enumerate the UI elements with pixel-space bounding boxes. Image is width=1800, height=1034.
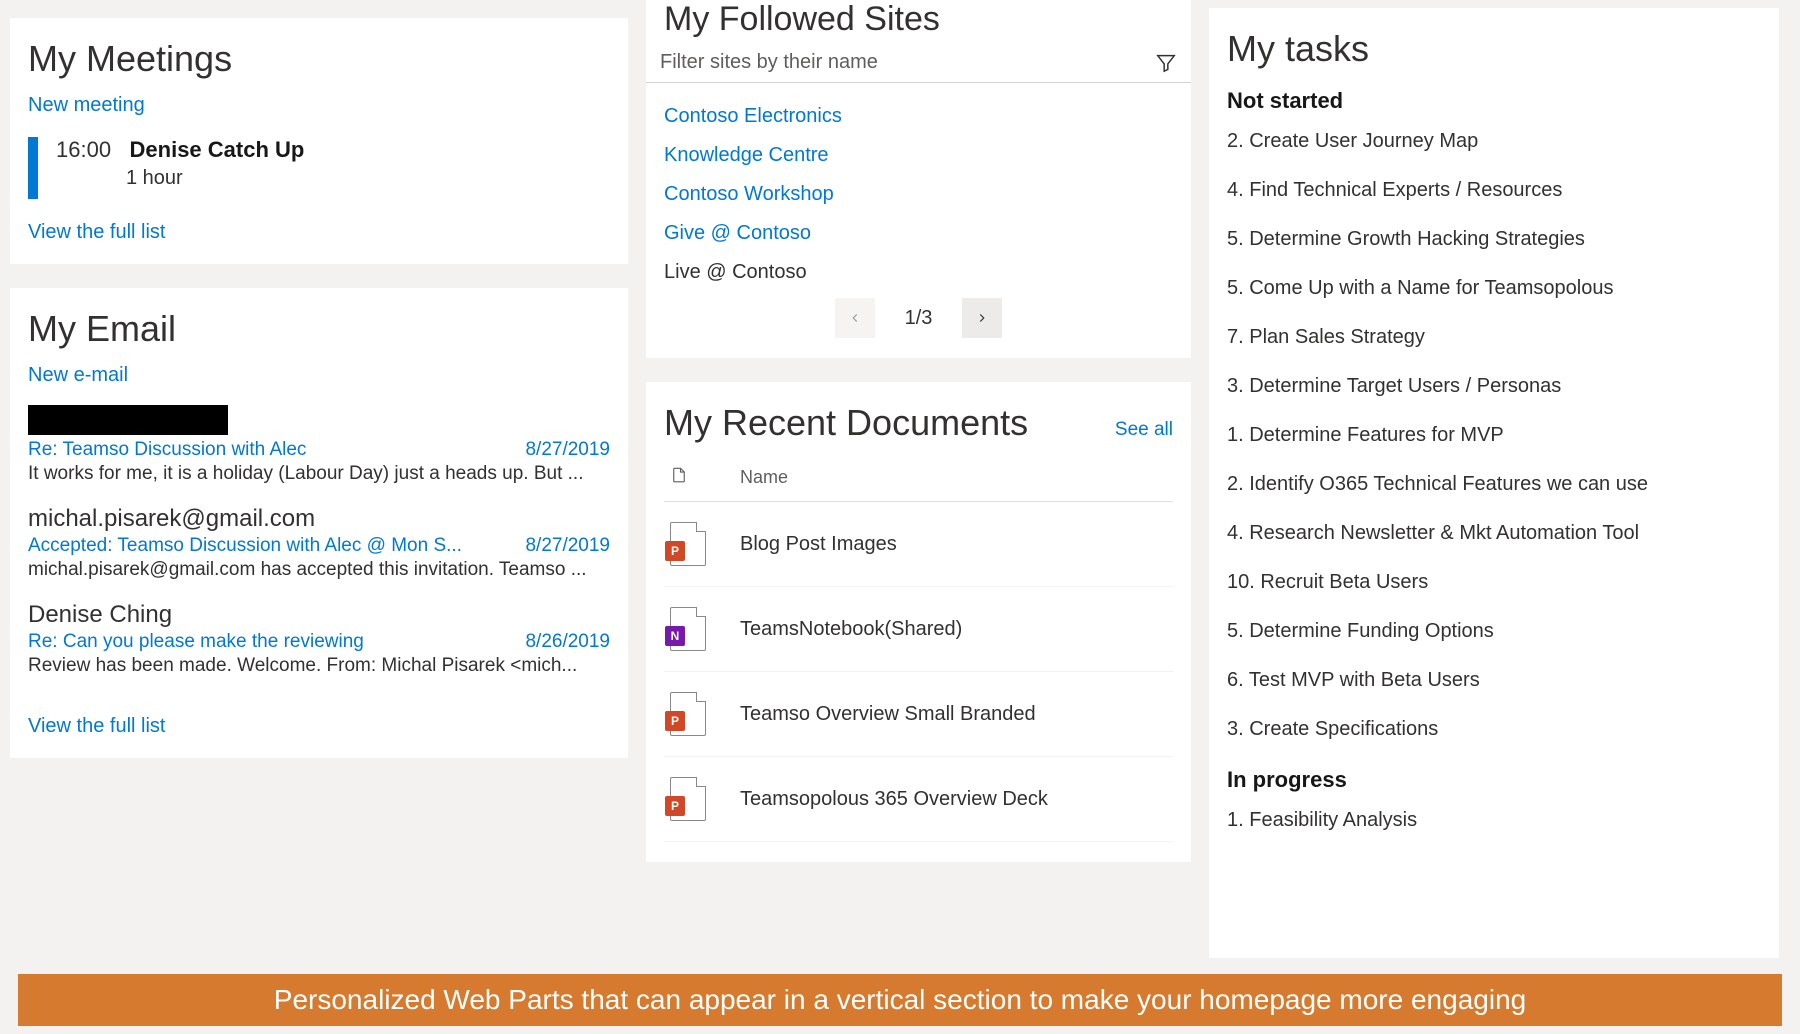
- site-link[interactable]: Knowledge Centre: [664, 136, 1173, 175]
- file-icon: [670, 464, 688, 486]
- site-link[interactable]: Give @ Contoso: [664, 214, 1173, 253]
- task-item[interactable]: 6. Test MVP with Beta Users: [1227, 669, 1761, 692]
- sites-filter-input[interactable]: [660, 51, 1155, 74]
- info-banner: Personalized Web Parts that can appear i…: [18, 974, 1782, 1026]
- email-date: 8/27/2019: [525, 535, 610, 557]
- powerpoint-icon: P: [670, 777, 706, 821]
- task-item[interactable]: 7. Plan Sales Strategy: [1227, 326, 1761, 349]
- doc-name: Blog Post Images: [740, 533, 897, 556]
- task-item[interactable]: 5. Come Up with a Name for Teamsopolous: [1227, 277, 1761, 300]
- email-date: 8/26/2019: [525, 631, 610, 653]
- followed-sites-title: My Followed Sites: [646, 0, 1191, 43]
- tasks-title: My tasks: [1227, 28, 1761, 70]
- site-link[interactable]: Live @ Contoso: [664, 253, 1173, 292]
- task-item[interactable]: 4. Research Newsletter & Mkt Automation …: [1227, 522, 1761, 545]
- new-meeting-link[interactable]: New meeting: [28, 94, 145, 116]
- redacted-sender: [28, 405, 228, 435]
- task-item[interactable]: 10. Recruit Beta Users: [1227, 571, 1761, 594]
- doc-row[interactable]: P Teamsopolous 365 Overview Deck: [664, 757, 1173, 842]
- doc-row[interactable]: N TeamsNotebook(Shared): [664, 587, 1173, 672]
- onenote-icon: N: [670, 607, 706, 651]
- task-item[interactable]: 5. Determine Growth Hacking Strategies: [1227, 228, 1761, 251]
- email-subject: Re: Can you please make the reviewing: [28, 631, 364, 653]
- email-from: michal.pisarek@gmail.com: [28, 505, 610, 533]
- task-item[interactable]: 2. Identify O365 Technical Features we c…: [1227, 473, 1761, 496]
- email-from: Denise Ching: [28, 601, 610, 629]
- email-item[interactable]: michal.pisarek@gmail.comAccepted: Teamso…: [28, 505, 610, 581]
- email-item[interactable]: Denise ChingRe: Can you please make the …: [28, 601, 610, 677]
- task-item[interactable]: 1. Determine Features for MVP: [1227, 424, 1761, 447]
- pager-prev-button[interactable]: [835, 298, 875, 338]
- task-item[interactable]: 3. Create Specifications: [1227, 718, 1761, 741]
- chevron-right-icon: [975, 311, 989, 325]
- meeting-time: 16:00: [56, 137, 111, 162]
- meeting-name: Denise Catch Up: [130, 137, 305, 162]
- docs-column-header: Name: [664, 454, 1173, 502]
- doc-row[interactable]: P Teamso Overview Small Branded: [664, 672, 1173, 757]
- pager-next-button[interactable]: [962, 298, 1002, 338]
- site-link[interactable]: Contoso Electronics: [664, 97, 1173, 136]
- task-item[interactable]: 2. Create User Journey Map: [1227, 130, 1761, 153]
- email-view-all-link[interactable]: View the full list: [28, 715, 165, 738]
- task-item[interactable]: 3. Determine Target Users / Personas: [1227, 375, 1761, 398]
- meeting-item[interactable]: 16:00 Denise Catch Up 1 hour: [28, 137, 610, 199]
- email-preview: michal.pisarek@gmail.com has accepted th…: [28, 559, 610, 581]
- email-subject: Accepted: Teamso Discussion with Alec @ …: [28, 535, 462, 557]
- task-item[interactable]: 4. Find Technical Experts / Resources: [1227, 179, 1761, 202]
- recent-docs-card: My Recent Documents See all Name P Blog P…: [646, 382, 1191, 862]
- chevron-left-icon: [848, 311, 862, 325]
- task-group-header: In progress: [1227, 767, 1761, 793]
- meeting-accent-bar: [28, 137, 38, 199]
- tasks-card: My tasks Not started 2. Create User Journ…: [1209, 8, 1779, 958]
- email-title: My Email: [28, 308, 610, 350]
- doc-row[interactable]: P Blog Post Images: [664, 502, 1173, 587]
- task-group-header: Not started: [1227, 88, 1761, 114]
- meeting-duration: 1 hour: [126, 167, 304, 190]
- email-preview: It works for me, it is a holiday (Labour…: [28, 463, 610, 485]
- docs-name-header: Name: [740, 467, 788, 488]
- pager-text: 1/3: [905, 307, 933, 330]
- new-email-link[interactable]: New e-mail: [28, 364, 128, 386]
- task-item[interactable]: 5. Determine Funding Options: [1227, 620, 1761, 643]
- filter-icon[interactable]: [1155, 52, 1177, 74]
- followed-sites-card: My Followed Sites Contoso ElectronicsKno…: [646, 0, 1191, 358]
- email-date: 8/27/2019: [525, 439, 610, 461]
- task-item[interactable]: 1. Feasibility Analysis: [1227, 809, 1761, 832]
- docs-see-all-link[interactable]: See all: [1115, 419, 1173, 441]
- email-card: My Email New e-mail Re: Teamso Discussio…: [10, 288, 628, 758]
- powerpoint-icon: P: [670, 522, 706, 566]
- email-preview: Review has been made. Welcome. From: Mic…: [28, 655, 610, 677]
- powerpoint-icon: P: [670, 692, 706, 736]
- site-link[interactable]: Contoso Workshop: [664, 175, 1173, 214]
- email-item[interactable]: Re: Teamso Discussion with Alec 8/27/2019…: [28, 405, 610, 485]
- doc-name: TeamsNotebook(Shared): [740, 618, 962, 641]
- meetings-title: My Meetings: [28, 38, 610, 80]
- email-subject: Re: Teamso Discussion with Alec: [28, 439, 306, 461]
- doc-name: Teamsopolous 365 Overview Deck: [740, 788, 1048, 811]
- recent-docs-title: My Recent Documents: [664, 402, 1028, 444]
- doc-name: Teamso Overview Small Branded: [740, 703, 1036, 726]
- meetings-view-all-link[interactable]: View the full list: [28, 221, 165, 243]
- meetings-card: My Meetings New meeting 16:00 Denise Cat…: [10, 18, 628, 264]
